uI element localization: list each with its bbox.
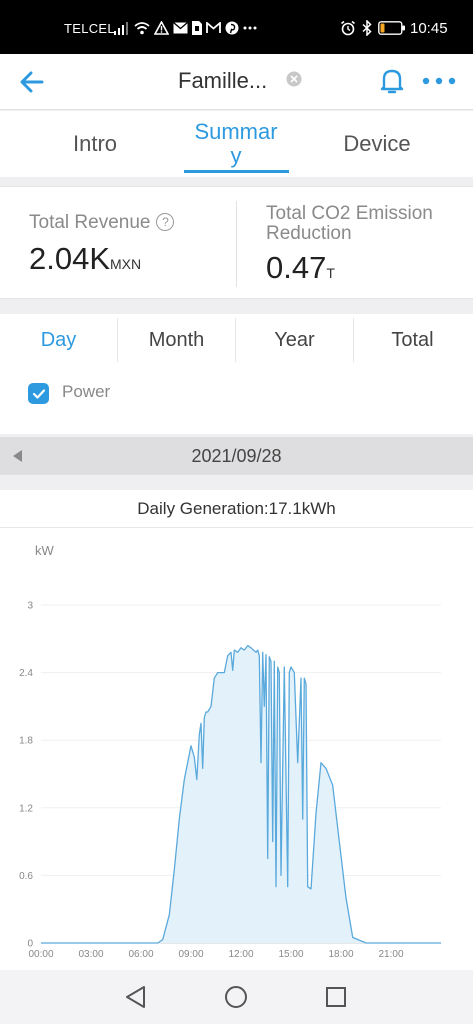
- stats-divider: [236, 201, 237, 287]
- pinterest-icon: [225, 19, 239, 37]
- stats-panel: Total Revenue? 2.04KMXN Total CO2 Emissi…: [0, 186, 473, 299]
- warning-icon: [154, 19, 169, 37]
- y-tick-label: 2.4: [19, 668, 33, 679]
- close-circle-icon: [286, 71, 302, 87]
- co2-value-row: 0.47T: [266, 250, 335, 286]
- tab-bar: Intro Summar y Device: [0, 111, 473, 177]
- nav-recents-button[interactable]: [322, 983, 350, 1011]
- x-tick-label: 09:00: [178, 949, 203, 960]
- bluetooth-icon: [362, 19, 372, 37]
- y-tick-label: 1.8: [19, 736, 33, 747]
- divider: [0, 527, 473, 528]
- x-tick-label: 18:00: [328, 949, 353, 960]
- app-header: Famille...: [0, 54, 473, 110]
- x-tick-label: 06:00: [128, 949, 153, 960]
- revenue-unit: MXN: [110, 256, 142, 272]
- co2-label: Total CO2 Emission Reduction: [266, 203, 433, 244]
- co2-unit: T: [326, 265, 335, 281]
- back-button[interactable]: [18, 68, 46, 96]
- bell-icon: [380, 69, 404, 94]
- tab-device[interactable]: Device: [302, 111, 452, 177]
- power-chart[interactable]: kW 0 0.6 1.2 1.8 2.4 3 00:00 03:00 06:00 09:00 12:0…: [0, 530, 473, 960]
- power-checkbox[interactable]: [28, 383, 49, 404]
- y-tick-label: 3: [27, 601, 33, 612]
- chart-card: Daily Generation:17.1kWh kW 0 0.6 1.2 1.8 2.4…: [0, 490, 473, 970]
- x-tick-label: 12:00: [228, 949, 253, 960]
- gmail-icon: [206, 19, 221, 37]
- nav-back-button[interactable]: [122, 983, 150, 1011]
- tab-summary[interactable]: Summar y: [170, 111, 302, 177]
- system-nav-bar: [0, 970, 473, 1024]
- revenue-value: 2.04K: [29, 241, 111, 276]
- period-total[interactable]: Total: [354, 314, 471, 366]
- period-day[interactable]: Day: [0, 314, 117, 366]
- y-tick-label: 0.6: [19, 871, 33, 882]
- signal-icon: [114, 19, 130, 37]
- date-selector: 2021/09/28: [0, 437, 473, 475]
- battery-icon: [378, 19, 406, 37]
- active-tab-indicator: [184, 170, 289, 173]
- clear-title-button[interactable]: [286, 71, 302, 87]
- y-tick-label: 1.2: [19, 803, 33, 814]
- arrow-left-icon: [20, 71, 44, 93]
- status-right-icons: [340, 18, 406, 38]
- period-year[interactable]: Year: [236, 314, 353, 366]
- carrier-name: TELCEL: [64, 21, 115, 36]
- more-dots-icon: [243, 19, 257, 37]
- x-tick-label: 00:00: [28, 949, 53, 960]
- y-tick-label: 0: [27, 939, 33, 950]
- x-tick-label: 03:00: [78, 949, 103, 960]
- co2-value: 0.47: [266, 250, 327, 285]
- more-options-button[interactable]: [420, 70, 458, 92]
- power-legend-label: Power: [62, 382, 111, 401]
- tab-intro[interactable]: Intro: [20, 111, 170, 177]
- selected-date[interactable]: 2021/09/28: [0, 446, 473, 467]
- mail-icon: [173, 19, 188, 37]
- daily-generation: Daily Generation:17.1kWh: [137, 499, 336, 518]
- revenue-label: Total Revenue: [29, 212, 151, 233]
- circle-home-icon: [225, 986, 247, 1008]
- alarm-icon: [340, 19, 356, 37]
- x-tick-label: 21:00: [378, 949, 403, 960]
- x-tick-label: 15:00: [278, 949, 303, 960]
- help-icon[interactable]: ?: [156, 213, 175, 231]
- square-recents-icon: [326, 987, 346, 1007]
- notifications-button[interactable]: [378, 66, 406, 96]
- y-axis-unit-label: kW: [35, 543, 55, 558]
- wifi-icon: [134, 19, 150, 37]
- revenue-label-row: Total Revenue?: [29, 212, 175, 233]
- more-horizontal-icon: [422, 77, 456, 85]
- power-series-area: [41, 645, 441, 943]
- status-clock: 10:45: [410, 20, 448, 37]
- status-bar: TELCEL 10:45: [0, 0, 473, 54]
- triangle-back-icon: [126, 986, 145, 1008]
- status-left-icons: [114, 18, 257, 38]
- check-icon: [32, 388, 45, 399]
- revenue-value-row: 2.04KMXN: [29, 241, 141, 277]
- nav-home-button[interactable]: [222, 983, 250, 1011]
- period-panel: Day Month Year Total Power: [0, 314, 473, 434]
- period-month[interactable]: Month: [118, 314, 235, 366]
- sim-icon: [192, 19, 202, 37]
- plant-title: Famille...: [178, 68, 268, 93]
